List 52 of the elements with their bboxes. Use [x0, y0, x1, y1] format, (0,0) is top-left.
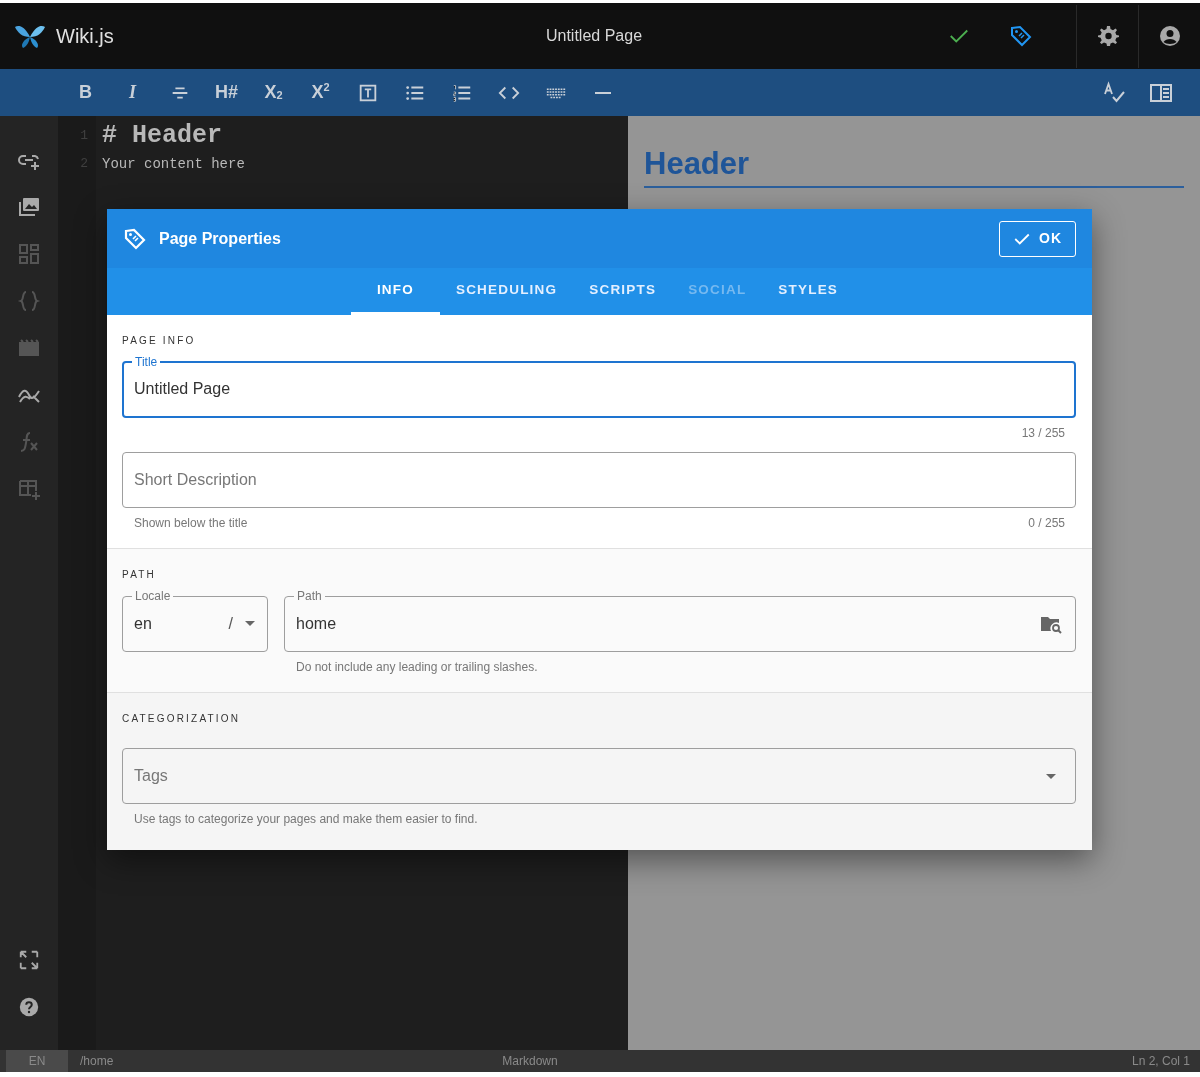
expand-icon	[18, 948, 40, 971]
toolbar-button[interactable]: X$^{2}$	[297, 72, 344, 113]
toolbar-button[interactable]: H#	[203, 72, 250, 113]
field-label: Path	[296, 590, 323, 602]
path-field[interactable]: Path home	[284, 590, 1076, 652]
account-icon	[1157, 24, 1182, 48]
section-heading: CATEGORIZATION	[122, 712, 242, 726]
logo-icon	[14, 23, 46, 49]
field-hint: Do not include any leading or trailing slashes.	[296, 659, 538, 676]
code-line: # Header	[102, 121, 223, 150]
tab[interactable]: SCHEDULING	[439, 268, 574, 315]
text-input[interactable]: Short Description	[134, 468, 1063, 492]
page-title: Untitled Page	[544, 26, 644, 46]
field-label: Title	[134, 356, 159, 368]
ok-button[interactable]: OK	[999, 220, 1076, 257]
grid-icon	[17, 241, 41, 266]
text-input[interactable]: Untitled Page	[134, 377, 1063, 401]
text-input[interactable]: Tags	[134, 764, 1046, 788]
tag-icon	[1009, 24, 1033, 48]
settings-icon	[1095, 24, 1120, 48]
field-hint: Shown below the title	[134, 515, 248, 532]
dialog-title: Page Properties	[159, 228, 282, 249]
text-input[interactable]: en	[134, 611, 229, 636]
help-icon	[18, 995, 40, 1018]
section-heading: PAGE INFO	[122, 334, 197, 348]
locale-select[interactable]: Locale en /	[122, 590, 268, 652]
horizontal-rule-icon	[594, 91, 611, 94]
caret-icon	[245, 621, 255, 626]
cursor-position: Ln 2, Col 1	[1131, 1053, 1191, 1070]
tab[interactable]: STYLES	[762, 268, 855, 315]
path-separator: /	[228, 613, 233, 634]
section-heading: PATH	[122, 568, 157, 582]
field-label: Locale	[134, 590, 172, 602]
spellcheck-icon	[1101, 80, 1126, 105]
code-line: Your content here	[102, 156, 245, 172]
character-counter: 13 / 255	[1021, 425, 1065, 442]
character-counter: 0 / 255	[1028, 515, 1065, 532]
field-hint: Use tags to categorize your pages and make them easier to find.	[134, 811, 478, 828]
logo-text: Wiki.js	[56, 24, 114, 49]
title-field[interactable]: Title Untitled Page	[122, 356, 1076, 418]
text-input[interactable]: home	[296, 611, 1039, 636]
toolbar-button[interactable]: I	[109, 72, 156, 113]
description-field[interactable]: Short Description	[122, 452, 1076, 508]
editor-mode: Markdown	[501, 1053, 559, 1070]
tag-icon	[123, 226, 147, 251]
preview-heading: Header	[644, 144, 1184, 188]
braces-icon	[17, 288, 41, 313]
status-path: /home	[79, 1053, 115, 1070]
toolbar-button[interactable]: B	[62, 72, 109, 113]
tags-field[interactable]: Tags	[122, 748, 1076, 804]
caret-icon	[1046, 773, 1056, 779]
tab[interactable]: SCRIPTS	[573, 268, 673, 315]
